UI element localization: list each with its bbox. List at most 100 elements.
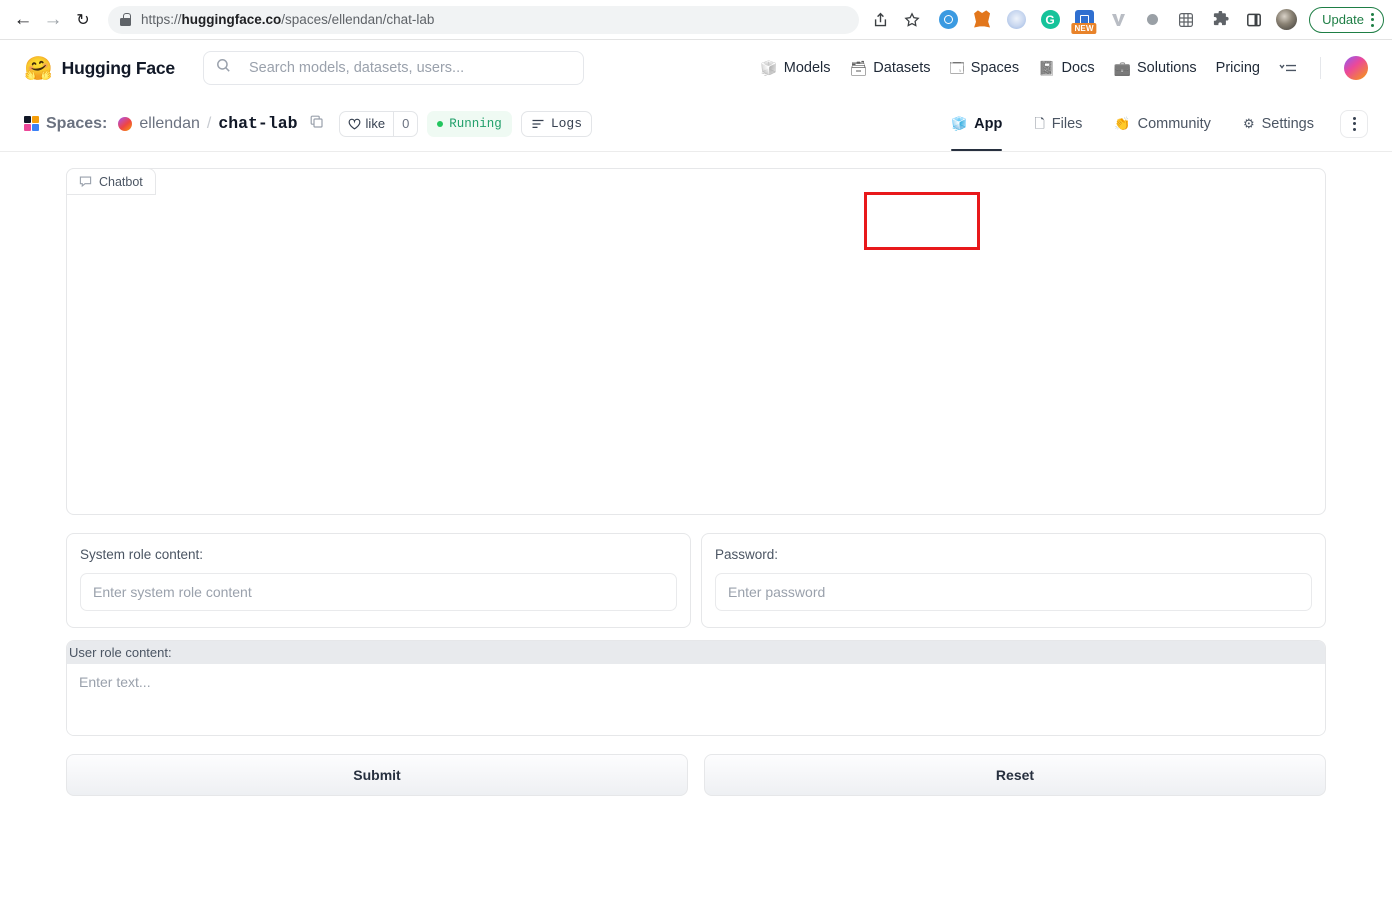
user-role-textarea[interactable]	[67, 664, 1325, 735]
puzzle-extensions-icon[interactable]	[1205, 5, 1235, 35]
grid-apps-icon: 🗔	[950, 61, 965, 75]
tab-community[interactable]: 👏 Community	[1098, 96, 1227, 151]
nav-item-datasets[interactable]: 🗃 Datasets	[850, 60, 931, 76]
button-row: Submit Reset	[66, 754, 1326, 796]
nav-item-solutions[interactable]: 💼 Solutions	[1114, 60, 1197, 76]
logs-label: Logs	[551, 116, 582, 131]
search-input[interactable]: Search models, datasets, users...	[203, 51, 584, 85]
header-nav: 🧊 Models 🗃 Datasets 🗔 Spaces 📓 Docs 💼 So…	[760, 56, 1368, 80]
space-tabs: 🧊 App 🗋 Files 👏 Community ⚙ Settings	[935, 96, 1368, 151]
url-path: /spaces/ellendan/chat-lab	[281, 12, 434, 27]
search-icon	[216, 58, 231, 78]
logs-button[interactable]: Logs	[521, 111, 592, 137]
book-icon: 📓	[1038, 61, 1055, 75]
breadcrumb: Spaces: ellendan / chat-lab	[24, 114, 323, 133]
vimeo-v-icon[interactable]	[1103, 5, 1133, 35]
gray-dot-icon[interactable]	[1137, 5, 1167, 35]
window-resizer-icon[interactable]: NEW	[1069, 5, 1099, 35]
nav-item-pricing[interactable]: Pricing	[1216, 60, 1260, 76]
nav-item-docs[interactable]: 📓 Docs	[1038, 60, 1094, 76]
cube-icon: 🧊	[760, 61, 777, 75]
kebab-menu-icon[interactable]	[1371, 13, 1374, 27]
url-domain: huggingface.co	[182, 12, 282, 27]
status-label: Running	[449, 117, 502, 131]
spaces-label: Spaces:	[46, 115, 107, 133]
chatbot-label-tab: Chatbot	[66, 168, 156, 195]
tab-app[interactable]: 🧊 App	[935, 96, 1018, 151]
update-label: Update	[1322, 12, 1364, 27]
tab-label: Community	[1138, 116, 1211, 132]
compass-extension-icon[interactable]	[933, 5, 963, 35]
password-label: Password:	[715, 547, 1312, 562]
hamburger-menu-icon[interactable]	[1279, 61, 1297, 75]
extension-icons: G NEW	[933, 5, 1269, 35]
password-card: Password:	[701, 533, 1326, 628]
tab-settings[interactable]: ⚙ Settings	[1227, 96, 1330, 151]
space-subheader: Spaces: ellendan / chat-lab like 0 Runni…	[0, 96, 1392, 152]
nav-item-models[interactable]: 🧊 Models	[760, 60, 830, 76]
briefcase-icon: 💼	[1114, 61, 1131, 75]
nav-divider	[1320, 57, 1321, 79]
huggingface-header: 🤗 Hugging Face Search models, datasets, …	[0, 40, 1392, 96]
side-panel-icon[interactable]	[1239, 5, 1269, 35]
submit-button[interactable]: Submit	[66, 754, 688, 796]
grid-hash-icon[interactable]	[1171, 5, 1201, 35]
status-badge: Running	[427, 111, 512, 137]
nav-label: Solutions	[1137, 60, 1197, 76]
nav-label: Pricing	[1216, 60, 1260, 76]
grammarly-icon[interactable]: G	[1035, 5, 1065, 35]
user-role-block: User role content:	[66, 640, 1326, 736]
nav-label: Datasets	[873, 60, 930, 76]
heart-icon	[348, 118, 361, 130]
star-icon[interactable]	[897, 5, 927, 35]
logs-lines-icon	[531, 118, 545, 130]
nav-label: Models	[784, 60, 831, 76]
reload-icon[interactable]: ↻	[68, 5, 98, 35]
repo-name[interactable]: chat-lab	[218, 114, 297, 133]
tab-files[interactable]: 🗋 Files	[1018, 96, 1098, 151]
nav-item-spaces[interactable]: 🗔 Spaces	[950, 60, 1020, 76]
chat-bubble-icon	[79, 175, 92, 188]
reset-button[interactable]: Reset	[704, 754, 1326, 796]
like-segment[interactable]: like	[340, 112, 394, 136]
copy-icon[interactable]	[310, 115, 323, 133]
share-icon[interactable]	[865, 5, 895, 35]
hugging-face-emoji-icon: 🤗	[24, 57, 53, 80]
gradio-app: Chatbot System role content: Password: U…	[0, 152, 1392, 796]
files-icon: 🗋	[1034, 117, 1044, 130]
metamask-fox-icon[interactable]	[967, 5, 997, 35]
system-role-input[interactable]	[80, 573, 677, 611]
more-options-button[interactable]	[1340, 110, 1368, 138]
cube-icon: 🧊	[951, 117, 967, 130]
update-button[interactable]: Update	[1309, 7, 1384, 33]
like-label: like	[366, 116, 386, 131]
spaces-grid-icon	[24, 116, 39, 131]
like-count: 0	[393, 112, 417, 136]
org-name[interactable]: ellendan	[139, 115, 200, 133]
like-button[interactable]: like 0	[339, 111, 419, 137]
chatbot-panel: Chatbot	[66, 168, 1326, 515]
back-icon[interactable]: ←	[8, 5, 38, 35]
status-dot-icon	[437, 121, 443, 127]
hf-logo[interactable]: 🤗 Hugging Face	[24, 57, 175, 80]
gear-icon: ⚙	[1243, 117, 1255, 130]
browser-toolbar: ← → ↻ https://huggingface.co/spaces/elle…	[0, 0, 1392, 40]
tab-label: Settings	[1262, 116, 1314, 132]
tab-label: App	[974, 116, 1002, 132]
forward-icon[interactable]: →	[38, 5, 68, 35]
user-avatar[interactable]	[1344, 56, 1368, 80]
user-role-label: User role content:	[67, 641, 1325, 664]
password-input[interactable]	[715, 573, 1312, 611]
address-bar[interactable]: https://huggingface.co/spaces/ellendan/c…	[108, 6, 859, 34]
chatbot-label: Chatbot	[99, 175, 143, 189]
opera-extension-icon[interactable]	[1001, 5, 1031, 35]
search-placeholder-text: Search models, datasets, users...	[249, 60, 464, 76]
nav-label: Docs	[1062, 60, 1095, 76]
tab-label: Files	[1052, 116, 1083, 132]
database-icon: 🗃	[850, 61, 868, 75]
space-actions: like 0 Running Logs	[339, 111, 592, 137]
chrome-profile-avatar[interactable]	[1271, 5, 1301, 35]
breadcrumb-separator: /	[207, 115, 211, 133]
form-row: System role content: Password:	[66, 533, 1326, 628]
org-avatar	[118, 117, 132, 131]
